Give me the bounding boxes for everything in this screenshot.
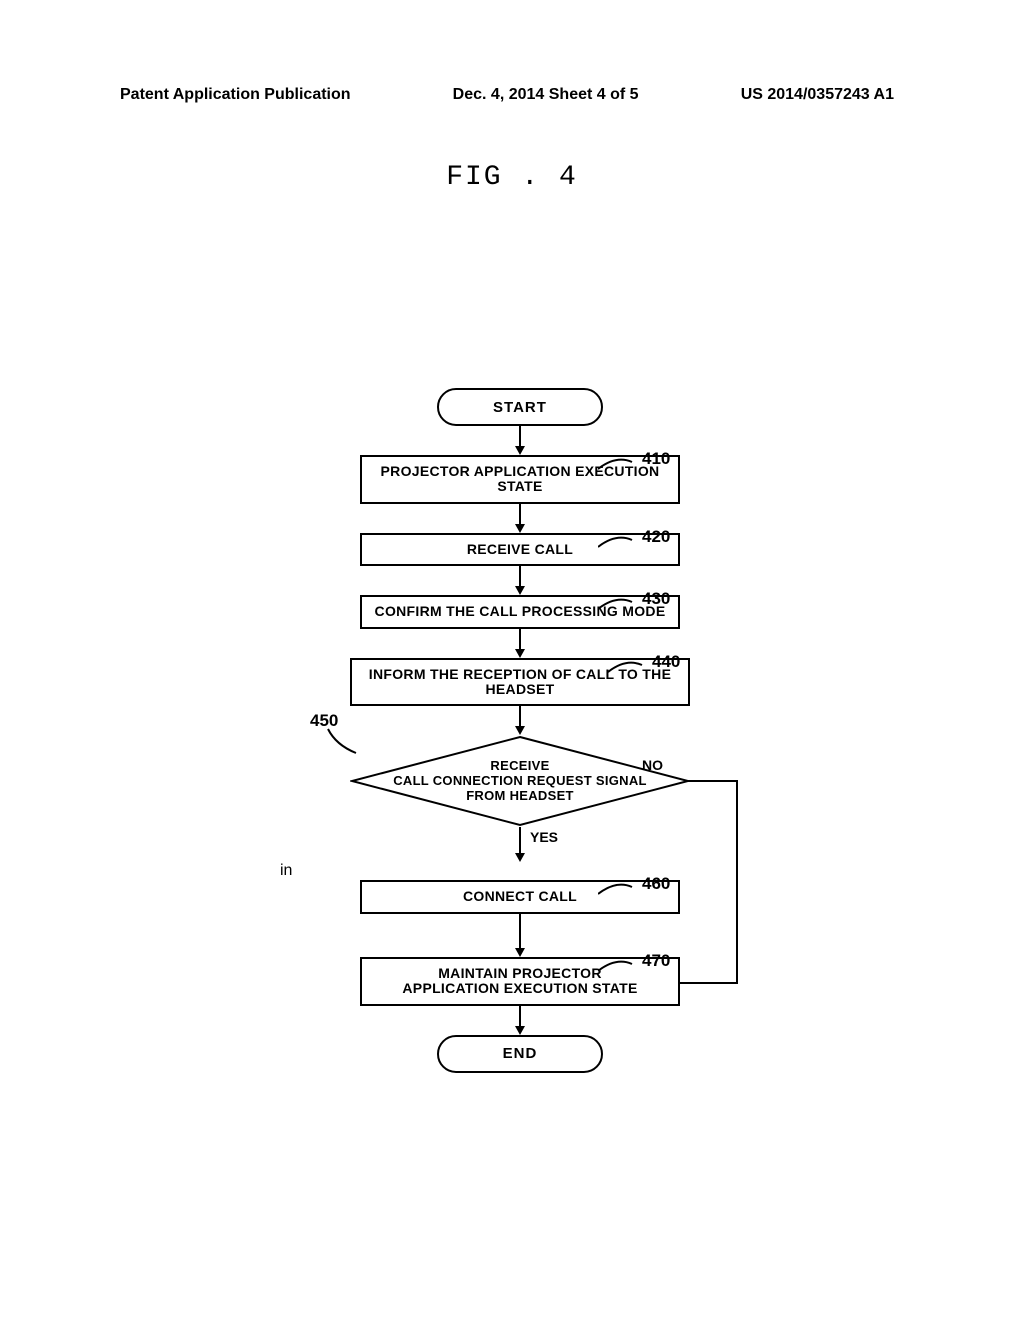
figure-label: FIG . 4: [0, 162, 1024, 193]
step470-line1: MAINTAIN PROJECTOR: [438, 965, 602, 981]
leader-line: [598, 959, 642, 985]
header-center: Dec. 4, 2014 Sheet 4 of 5: [453, 86, 639, 104]
end-label: END: [503, 1045, 538, 1062]
arrow: [280, 629, 760, 658]
step450-line3: FROM HEADSET: [466, 789, 574, 804]
ref-460: 460: [642, 874, 670, 894]
terminator-end: END: [437, 1035, 603, 1073]
ref-470: 470: [642, 951, 670, 971]
ref-450: 450: [310, 711, 338, 731]
ref-430: 430: [642, 589, 670, 609]
ref-440: 440: [652, 652, 680, 672]
arrow: [280, 426, 760, 455]
ref-410: 410: [642, 449, 670, 469]
decision-450: RECEIVE CALL CONNECTION REQUEST SIGNAL F…: [350, 735, 690, 827]
arrow: [280, 504, 760, 533]
step420-label: RECEIVE CALL: [467, 541, 573, 557]
arrow: [280, 1006, 760, 1035]
arrow: [280, 914, 760, 957]
page-header: Patent Application Publication Dec. 4, 2…: [0, 0, 1024, 104]
arrow: [280, 566, 760, 595]
leader-line: [598, 882, 642, 908]
branch-no: NO: [642, 757, 663, 773]
branch-yes: YES: [530, 829, 558, 845]
start-label: START: [493, 399, 547, 416]
decision-text: RECEIVE CALL CONNECTION REQUEST SIGNAL F…: [350, 735, 690, 827]
leader-line: [598, 597, 642, 623]
leader-line: [608, 660, 652, 686]
no-horizontal-1: [688, 780, 738, 782]
step450-line1: RECEIVE: [490, 759, 549, 774]
arrow: [280, 827, 760, 862]
ref-420: 420: [642, 527, 670, 547]
header-left: Patent Application Publication: [120, 86, 351, 104]
terminator-start: START: [437, 388, 603, 426]
header-right: US 2014/0357243 A1: [741, 86, 894, 104]
leader-line: [598, 535, 642, 561]
leader-line: [598, 457, 642, 483]
step460-label: CONNECT CALL: [463, 888, 577, 904]
flowchart: START PROJECTOR APPLICATION EXECUTION ST…: [280, 388, 760, 1073]
step450-line2: CALL CONNECTION REQUEST SIGNAL: [393, 774, 647, 789]
